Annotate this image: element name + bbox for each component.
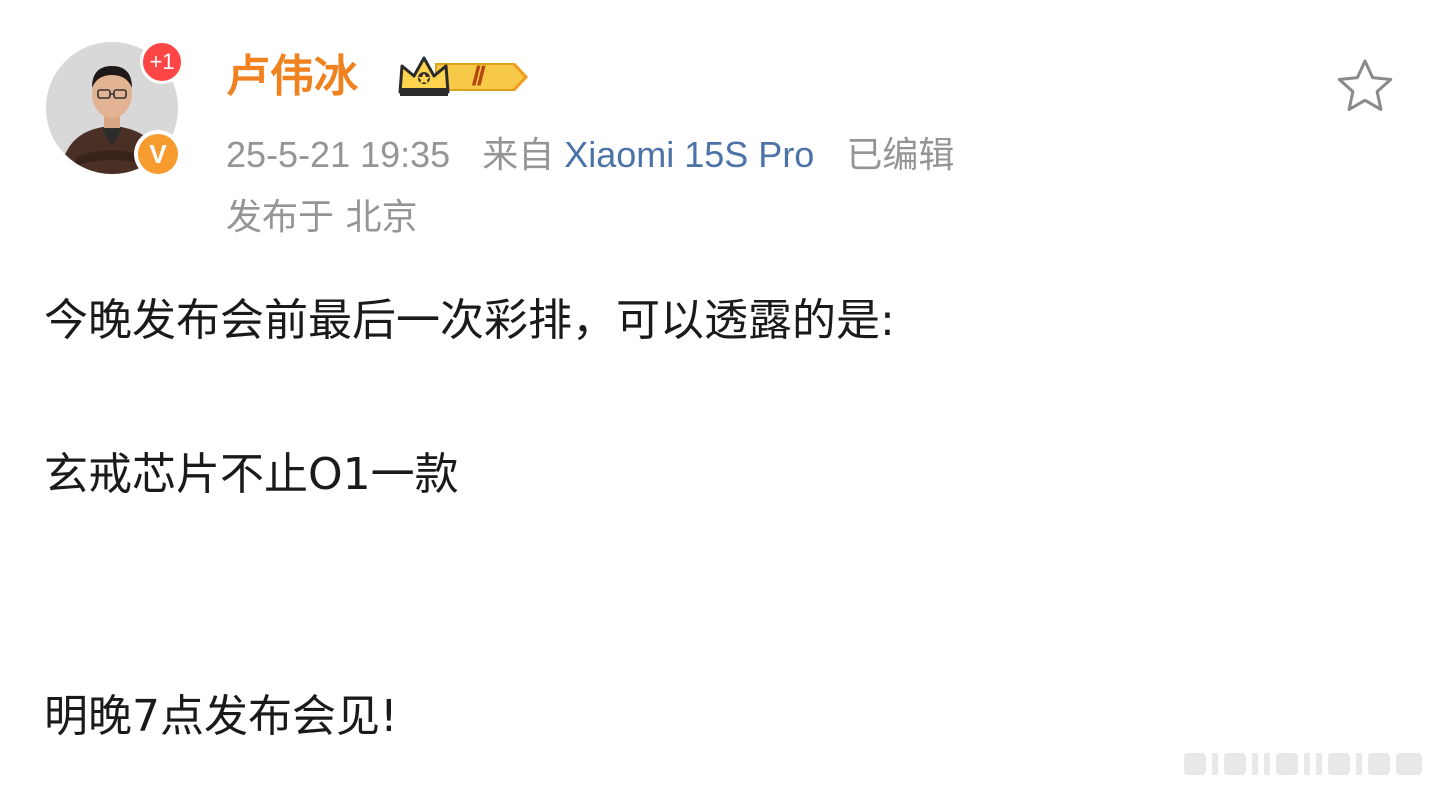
post-text-line: 玄戒芯片不止O1一款	[44, 449, 459, 500]
post-text-line: 明晚7点发布会见!	[44, 691, 398, 742]
post-meta: 25-5-21 19:35 来自 Xiaomi 15S Pro 已编辑	[226, 133, 954, 177]
device-link[interactable]: Xiaomi 15S Pro	[564, 133, 814, 177]
favorite-star-icon[interactable]	[1334, 56, 1396, 118]
weibo-watermark-logo	[1180, 745, 1430, 781]
level-badge-label: Ⅱ	[470, 62, 483, 91]
post-text-line: 今晚发布会前最后一次彩排，可以透露的是:	[44, 295, 895, 346]
crown-level-icon[interactable]: Ⅱ	[396, 52, 530, 102]
author-name[interactable]: 卢伟冰	[226, 50, 358, 104]
verified-v-icon: V	[138, 134, 178, 174]
edited-label[interactable]: 已编辑	[846, 133, 954, 177]
source-prefix: 来自	[482, 134, 555, 175]
author-avatar-block[interactable]: +1 V	[44, 40, 184, 178]
post-location: 发布于 北京	[226, 197, 418, 238]
weibo-post: +1 V 卢伟冰 Ⅱ 25-5-21 19:35 来自 Xiaomi 15S Pro…	[0, 0, 1440, 796]
notification-badge: +1	[140, 40, 184, 84]
verified-badge: V	[134, 130, 182, 178]
post-time: 25-5-21 19:35	[226, 134, 451, 175]
